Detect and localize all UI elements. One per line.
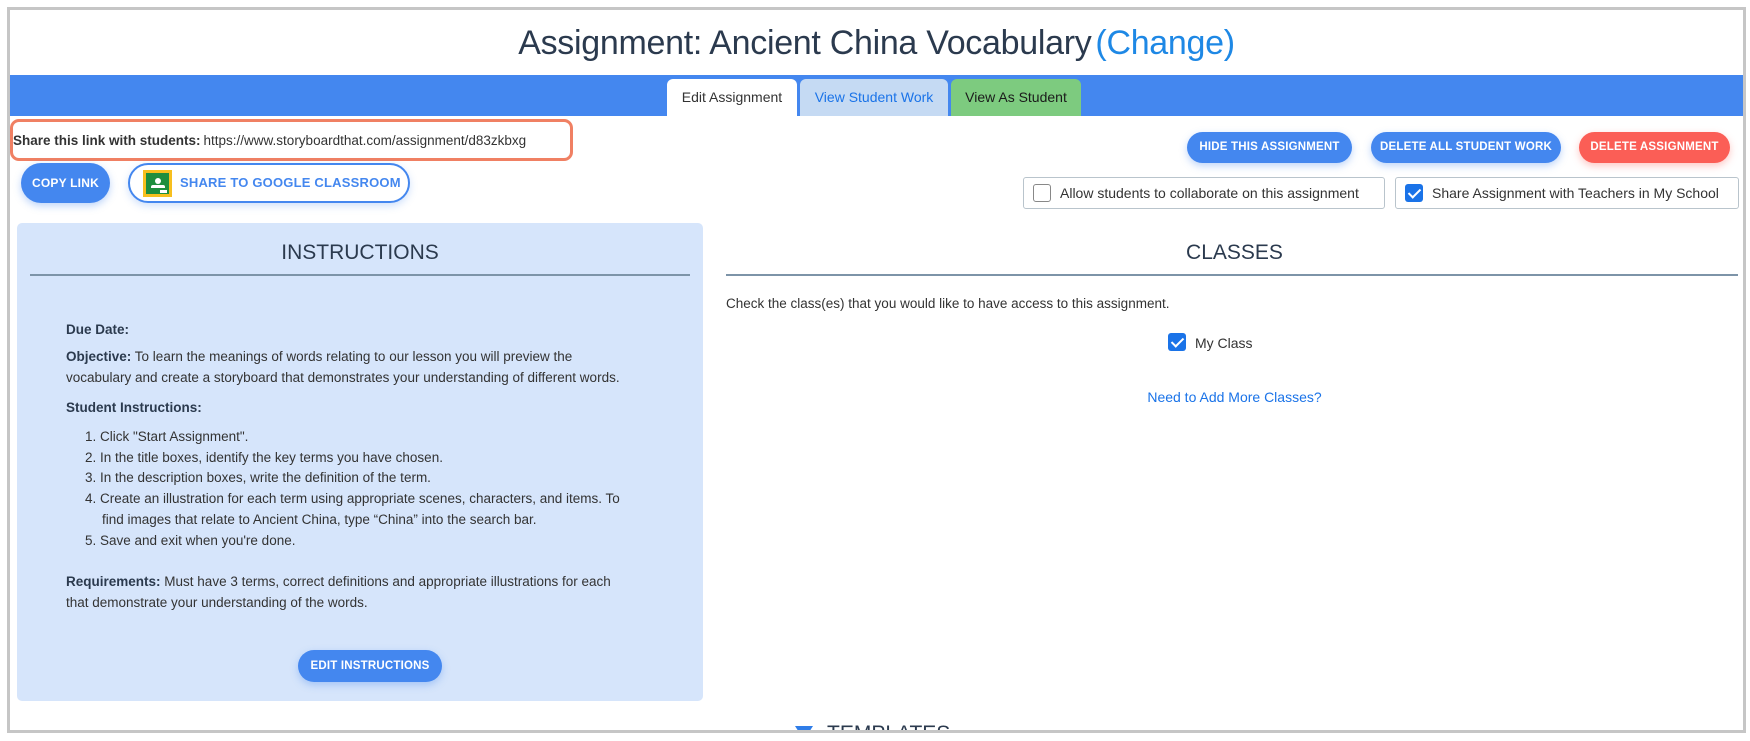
page-frame: Assignment: Ancient China Vocabulary (Cha… (7, 7, 1746, 733)
my-class-checkbox[interactable] (1168, 333, 1186, 351)
hide-assignment-button[interactable]: HIDE THIS ASSIGNMENT (1187, 132, 1352, 163)
share-link-label: Share this link with students: (13, 133, 201, 148)
requirements-text-1: Must have 3 terms, correct definitions a… (164, 574, 611, 589)
share-with-teachers-label: Share Assignment with Teachers in My Sch… (1432, 185, 1719, 201)
share-link-url[interactable]: https://www.storyboardthat.com/assignmen… (204, 133, 527, 148)
assignment-title: Assignment: Ancient China Vocabulary (518, 24, 1092, 62)
objective-line-1: Objective: To learn the meanings of word… (66, 349, 572, 364)
step-item: 2. In the title boxes, identify the key … (85, 450, 443, 465)
step-item-continued: find images that relate to Ancient China… (102, 512, 537, 527)
tab-view-as-student[interactable]: View As Student (951, 79, 1081, 116)
requirements-line-1: Requirements: Must have 3 terms, correct… (66, 574, 611, 589)
classes-prompt: Check the class(es) that you would like … (726, 296, 1170, 311)
requirements-label: Requirements: (66, 574, 161, 589)
templates-heading: TEMPLATES (827, 722, 950, 730)
classes-divider (726, 274, 1738, 276)
share-google-classroom-button[interactable]: SHARE TO GOOGLE CLASSROOM (128, 163, 410, 203)
change-title-link[interactable]: (Change) (1095, 24, 1235, 62)
student-instructions: Student Instructions: (66, 400, 202, 415)
collaborate-checkbox[interactable] (1033, 184, 1051, 202)
instructions-divider (30, 274, 690, 276)
objective-text-1: To learn the meanings of words relating … (134, 349, 573, 364)
student-instructions-label: Student Instructions: (66, 400, 202, 415)
tab-bar: Edit Assignment View Student Work View A… (10, 75, 1743, 116)
my-class-label: My Class (1195, 335, 1253, 351)
tab-edit-assignment[interactable]: Edit Assignment (667, 79, 797, 116)
add-more-classes-link[interactable]: Need to Add More Classes? (726, 389, 1743, 405)
step-item: 4. Create an illustration for each term … (85, 491, 620, 506)
due-date-label: Due Date: (66, 322, 130, 337)
objective-line-2: vocabulary and create a storyboard that … (66, 370, 620, 385)
step-item: 1. Click "Start Assignment". (85, 429, 249, 444)
tab-view-student-work[interactable]: View Student Work (800, 79, 948, 116)
step-item: 3. In the description boxes, write the d… (85, 470, 431, 485)
instructions-heading: INSTRUCTIONS (281, 241, 439, 264)
objective-label: Objective: (66, 349, 132, 364)
collaborate-label: Allow students to collaborate on this as… (1060, 185, 1359, 201)
triangle-down-icon (795, 726, 813, 730)
page-title: Assignment: Ancient China Vocabulary (Cha… (10, 24, 1743, 63)
classes-heading: CLASSES (1186, 241, 1283, 264)
delete-all-student-work-button[interactable]: DELETE ALL STUDENT WORK (1371, 132, 1561, 163)
delete-assignment-button[interactable]: DELETE ASSIGNMENT (1579, 132, 1730, 163)
share-link-highlight: Share this link with students: https://ww… (10, 119, 573, 161)
collaborate-option[interactable]: Allow students to collaborate on this as… (1023, 177, 1385, 209)
google-classroom-icon (143, 170, 172, 197)
share-with-teachers-option[interactable]: Share Assignment with Teachers in My Sch… (1395, 177, 1739, 209)
due-date: Due Date: (66, 322, 129, 337)
step-item: 5. Save and exit when you're done. (85, 533, 296, 548)
share-link-row: Share this link with students: https://ww… (13, 133, 526, 148)
requirements-line-2: that demonstrate your understanding of t… (66, 595, 368, 610)
edit-instructions-button[interactable]: EDIT INSTRUCTIONS (298, 650, 442, 682)
share-google-classroom-label: SHARE TO GOOGLE CLASSROOM (180, 175, 401, 190)
instructions-panel: INSTRUCTIONS Due Date: Objective: To lea… (17, 223, 703, 701)
copy-link-button[interactable]: COPY LINK (21, 163, 110, 203)
share-with-teachers-checkbox[interactable] (1405, 184, 1423, 202)
